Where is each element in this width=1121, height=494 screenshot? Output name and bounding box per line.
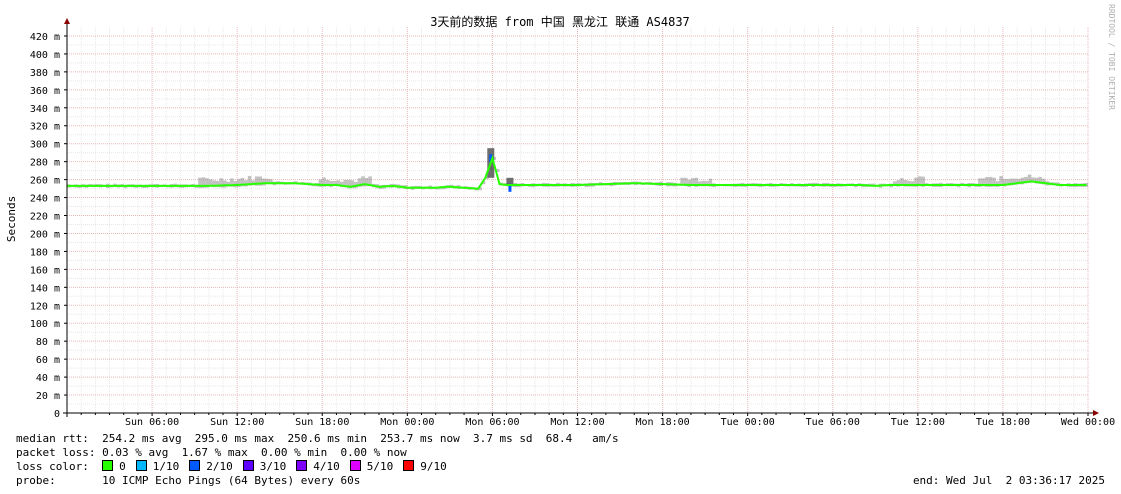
loss-color-text: 4/10 [313,460,340,473]
loss-color-item: 2/10 [189,460,233,473]
loss-color-item: 3/10 [242,460,287,473]
y-tick-label: 80 m [36,337,60,348]
loss-color-swatch [296,460,308,471]
loss-color-item: 4/10 [296,460,340,473]
y-tick-label: 140 m [30,283,60,294]
loss-color-item: 5/10 [349,460,394,473]
y-tick-label: 260 m [30,176,60,187]
packet-loss-line: packet loss: 0.03 % avg 1.67 % max 0.00 … [16,446,407,459]
loss-color-swatch [403,460,415,471]
loss-color-swatch [242,460,254,471]
x-tick-label: Tue 06:00 [806,417,860,428]
y-tick-label: 120 m [30,301,60,312]
x-tick-label: Wed 00:00 [1061,417,1115,428]
loss-color-item: 1/10 [135,460,180,473]
x-tick-label: Mon 06:00 [465,417,519,428]
loss-color-text: 2/10 [206,460,233,473]
loss-color-text: 0 [119,460,126,473]
loss-color-item: 0 [102,460,126,473]
median-rtt-line: median rtt: 254.2 ms avg 295.0 ms max 25… [16,432,619,445]
spike-smoke [506,177,514,185]
x-tick-labels: Sun 06:00 Sun 12:00 Sun 18:00 Mon 00:00 Mon … [125,417,1115,428]
x-tick-label: Tue 00:00 [721,417,775,428]
chart-axes [63,18,1099,417]
y-tick-label: 380 m [30,68,60,79]
y-tick-label: 340 m [30,104,60,115]
y-tick-label: 300 m [30,140,60,151]
x-tick-label: Mon 00:00 [380,417,434,428]
x-tick-label: Sun 12:00 [210,417,264,428]
loss-color-item: 9/10 [403,460,447,473]
x-tick-label: Mon 12:00 [550,417,604,428]
loss-color-text: 5/10 [366,460,394,473]
y-tick-label: 160 m [30,265,60,276]
y-tick-label: 200 m [30,229,60,240]
y-tick-label: 40 m [36,373,60,384]
y-tick-labels: 0 20 m 40 m 60 m 80 m 100 m 120 m 140 m 160 m 180… [30,32,60,420]
y-tick-label: 320 m [30,122,60,133]
x-tick-label: Sun 06:00 [125,417,179,428]
y-axis-label: Seconds [5,196,18,242]
probe-line: probe: 10 ICMP Echo Pings (64 Bytes) eve… [16,474,361,487]
loss-color-swatch [349,460,361,471]
end-time: end: Wed Jul 2 03:36:17 2025 [912,474,1105,487]
x-tick-label: Mon 18:00 [635,417,689,428]
x-axis-arrow [1093,410,1099,416]
y-tick-label: 420 m [30,32,60,43]
x-tick-label: Sun 18:00 [295,417,349,428]
chart-title: 3天前的数据 from 中国 黑龙江 联通 AS4837 [430,14,690,29]
y-tick-label: 220 m [30,212,60,223]
y-tick-label: 240 m [30,194,60,205]
loss-color-swatch [102,460,114,471]
loss-color-text: 3/10 [259,460,287,473]
smoke-bar [222,180,227,188]
watermark-text: RRDTOOL / TOBI OETIKER [1107,4,1116,110]
y-tick-label: 0 [54,409,60,420]
loss-color-row: loss color: 0 1/10 2/10 3/10 4/10 5/10 9/10 [16,460,457,473]
loss-color-label: loss color: [16,460,103,473]
x-tick-label: Tue 18:00 [976,417,1030,428]
y-tick-label: 280 m [30,158,60,169]
chart-grid [66,27,1089,414]
loss-color-swatch [189,460,201,471]
y-tick-label: 360 m [30,86,60,97]
latency-chart: 3天前的数据 from 中国 黑龙江 联通 AS4837 Seconds 0 20… [5,14,1115,428]
loss-color-swatch [135,460,147,471]
y-axis-arrow [64,18,70,24]
loss-color-text: 1/10 [152,460,180,473]
y-tick-label: 100 m [30,319,60,330]
y-tick-label: 60 m [36,355,60,366]
y-tick-label: 180 m [30,247,60,258]
x-tick-label: Tue 12:00 [891,417,945,428]
y-tick-label: 20 m [36,391,60,402]
loss-color-text: 9/10 [420,460,447,473]
y-tick-label: 400 m [30,50,60,61]
